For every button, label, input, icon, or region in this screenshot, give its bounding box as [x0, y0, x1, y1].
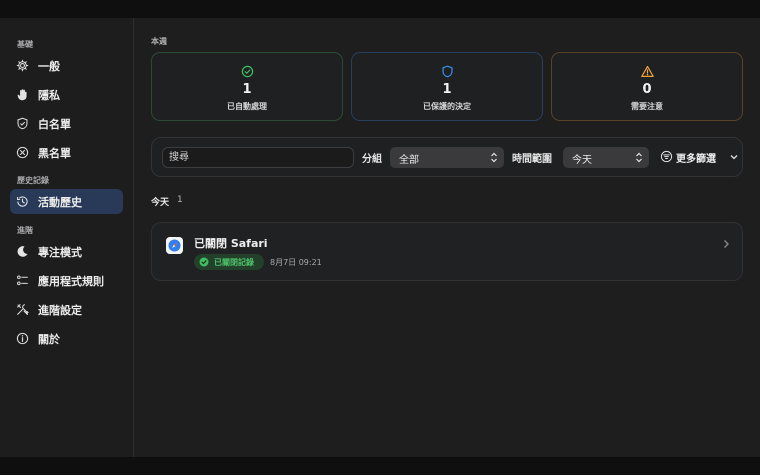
sidebar-item-label: 關於	[38, 333, 60, 346]
shield-check-icon	[17, 117, 28, 130]
shield-icon	[442, 65, 453, 78]
chevron-right-icon	[724, 240, 729, 248]
time-range-label: 時間範圍	[512, 154, 552, 165]
stat-value: 1	[242, 82, 252, 97]
gear-icon	[16, 59, 29, 72]
sidebar-item-label: 黑名單	[38, 147, 71, 160]
sidebar-item-label: 活動歷史	[38, 196, 82, 209]
event-timestamp: 8月7日 09:21	[270, 258, 322, 267]
sidebar-item-label: 專注模式	[38, 246, 82, 259]
sidebar-item-advanced-settings[interactable]: 進階設定	[10, 297, 123, 322]
filter-lines-icon	[660, 150, 673, 163]
history-icon	[17, 196, 28, 207]
sidebar-section-basics: 基礎	[17, 40, 33, 49]
window-bottom-bar	[0, 457, 760, 475]
group-label: 分組	[362, 154, 382, 165]
check-circle-icon	[199, 257, 209, 267]
safari-icon	[166, 237, 183, 254]
rules-list-icon	[17, 275, 28, 286]
sidebar-section-advanced: 進階	[17, 226, 33, 235]
status-badge-label: 已關閉記錄	[214, 258, 254, 267]
stat-label: 已自動處理	[227, 102, 267, 111]
sidebar-item-label: 白名單	[38, 118, 71, 131]
x-circle-icon	[16, 146, 29, 159]
stat-card-protected-decisions: 1 已保護的決定	[351, 52, 543, 121]
moon-icon	[17, 246, 28, 257]
sidebar-item-label: 一般	[38, 60, 60, 73]
time-range-select[interactable]: 今天	[563, 147, 649, 168]
window-titlebar	[0, 0, 760, 18]
search-input[interactable]	[162, 147, 354, 168]
info-icon	[16, 332, 29, 345]
more-filters-button[interactable]: 更多篩選	[660, 150, 740, 165]
sidebar-item-label: 應用程式規則	[38, 275, 104, 288]
group-select-value: 全部	[399, 155, 419, 166]
filter-bar: 分組 全部 時間範圍 今天 更多篩選	[151, 137, 743, 177]
day-group-label: 今天	[151, 198, 170, 208]
sidebar-item-activity-history[interactable]: 活動歷史	[10, 189, 123, 214]
sidebar-item-blocklist[interactable]: 黑名單	[10, 140, 123, 165]
check-circle-icon	[241, 65, 254, 78]
sidebar-item-focus-mode[interactable]: 專注模式	[10, 239, 123, 264]
group-select[interactable]: 全部	[390, 147, 504, 168]
chevron-down-icon	[730, 155, 738, 160]
event-row[interactable]: 已關閉 Safari 已關閉記錄 8月7日 09:21	[151, 222, 743, 281]
stat-value: 1	[442, 82, 452, 97]
sidebar-item-about[interactable]: 關於	[10, 326, 123, 351]
sidebar-item-allowlist[interactable]: 白名單	[10, 111, 123, 136]
stat-label: 需要注意	[631, 102, 663, 111]
more-filters-label: 更多篩選	[676, 154, 716, 165]
sidebar-item-general[interactable]: 一般	[10, 53, 123, 78]
sidebar-item-label: 進階設定	[38, 304, 82, 317]
updown-chevron-icon	[491, 152, 497, 163]
status-badge: 已關閉記錄	[194, 254, 264, 270]
updown-chevron-icon	[636, 152, 642, 163]
sidebar-section-history: 歷史記錄	[17, 176, 49, 185]
hand-icon	[17, 89, 27, 101]
warning-triangle-icon	[641, 65, 654, 77]
tools-icon	[17, 304, 29, 315]
main-content: 本週 1 已自動處理 1 已保護的決定 0 需要注意 分組 全部 時間範圍 今天…	[134, 18, 760, 457]
sidebar: 基礎 一般 隱私 白名單 黑名單 歷史記錄 活動歷史 進階 專注模式 應用程式規…	[0, 18, 134, 457]
stat-label: 已保護的決定	[423, 102, 471, 111]
week-section-label: 本週	[151, 37, 167, 46]
sidebar-item-label: 隱私	[38, 89, 60, 102]
event-title: 已關閉 Safari	[194, 237, 268, 250]
day-group-count: 1	[177, 195, 183, 205]
stat-value: 0	[642, 82, 652, 97]
sidebar-item-app-rules[interactable]: 應用程式規則	[10, 268, 123, 293]
time-range-select-value: 今天	[572, 155, 592, 166]
stat-card-needs-attention: 0 需要注意	[551, 52, 743, 121]
stat-card-auto-handled: 1 已自動處理	[151, 52, 343, 121]
sidebar-item-privacy[interactable]: 隱私	[10, 82, 123, 107]
